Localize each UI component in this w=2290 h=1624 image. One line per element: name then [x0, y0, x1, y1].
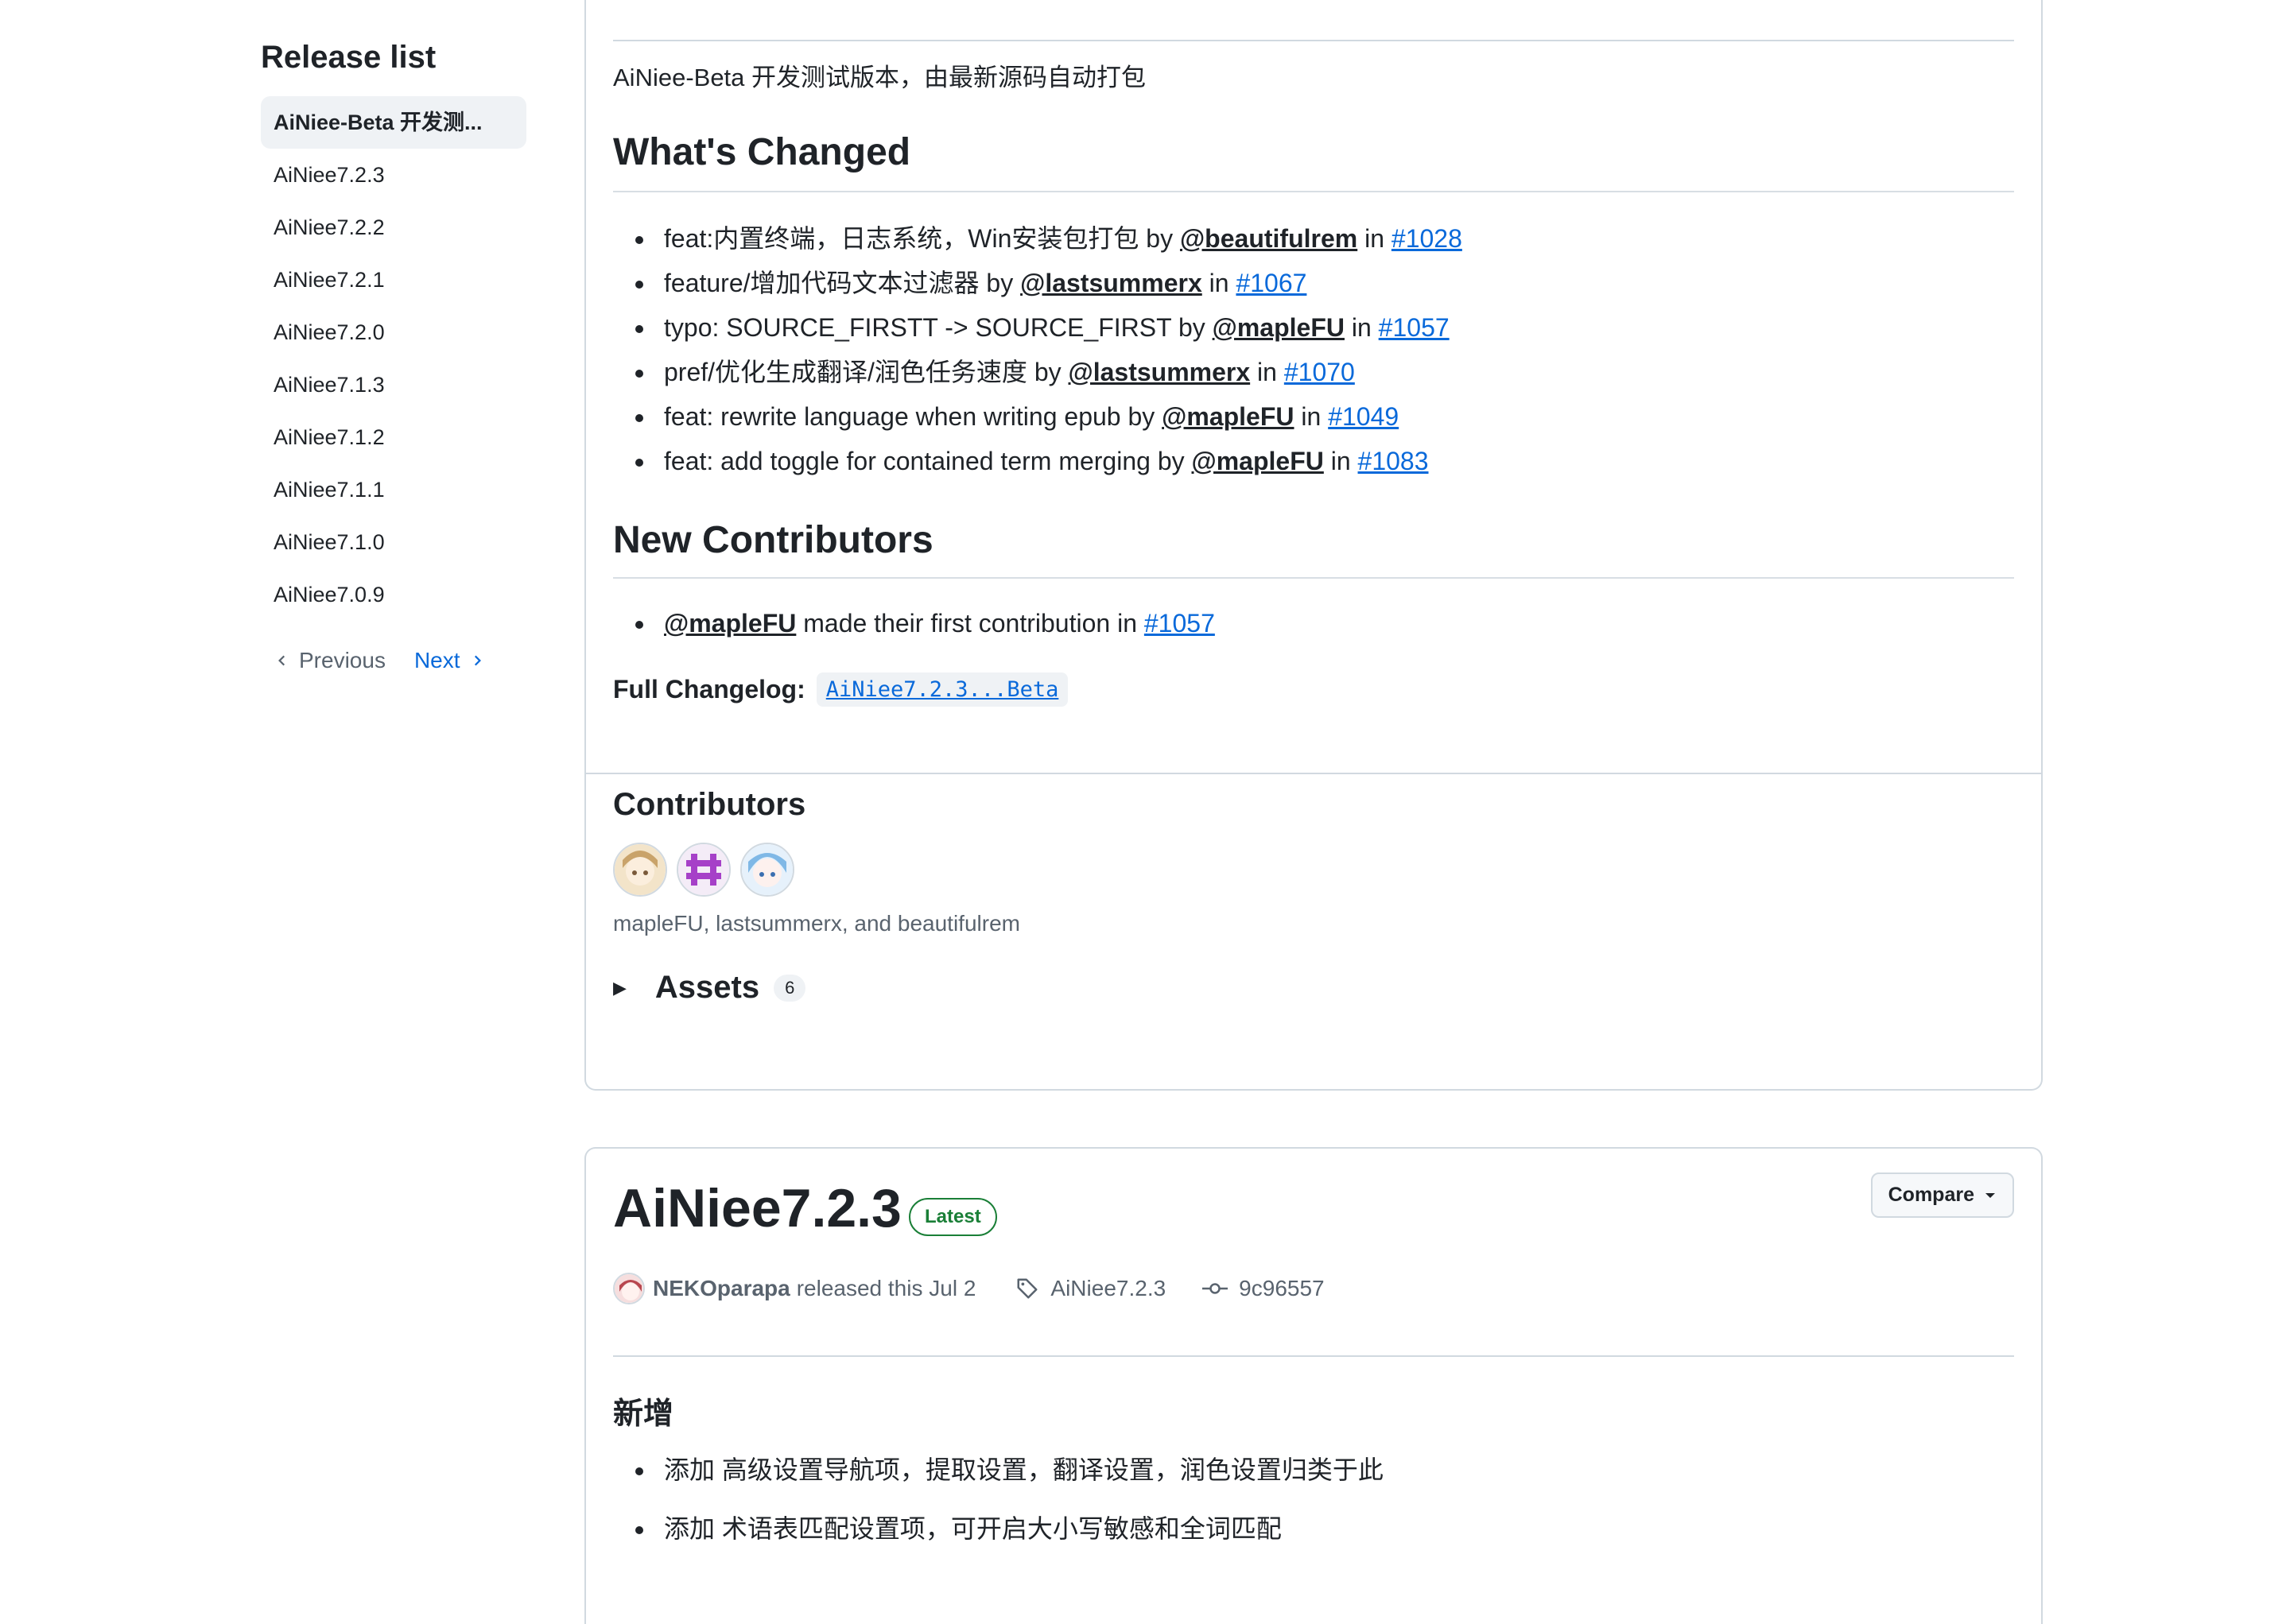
new-contributor-item: @mapleFU made their first contribution i… [613, 601, 1215, 645]
note-item: 添加 高级设置导航项，提取设置，翻译设置，润色设置归类于此 [613, 1448, 1384, 1506]
user-link[interactable]: @mapleFU [1162, 402, 1294, 431]
tag-link[interactable]: AiNiee7.2.3 [1015, 1276, 1166, 1301]
release-item-7-0-9[interactable]: AiNiee7.0.9 [248, 568, 526, 621]
release-item-7-1-1[interactable]: AiNiee7.1.1 [248, 463, 526, 516]
full-changelog-label: Full Changelog: [613, 675, 805, 703]
user-link[interactable]: @lastsummerx [1020, 269, 1202, 297]
triangle-down-icon [1985, 1192, 1995, 1198]
release-item-7-1-2[interactable]: AiNiee7.1.2 [248, 411, 526, 463]
change-item: feature/增加代码文本过滤器 by @lastsummerx in #10… [613, 261, 1462, 305]
pr-link[interactable]: #1067 [1236, 269, 1306, 297]
divider [613, 40, 2014, 41]
release-title[interactable]: AiNiee7.2.3 [613, 1177, 902, 1239]
release-item-7-2-0[interactable]: AiNiee7.2.0 [248, 306, 526, 359]
release-item-7-2-3[interactable]: AiNiee7.2.3 [248, 149, 526, 201]
chevron-left-icon [278, 655, 285, 666]
release-item-7-1-3[interactable]: AiNiee7.1.3 [248, 359, 526, 411]
latest-badge: Latest [909, 1198, 997, 1236]
release-card-7-2-3: AiNiee7.2.3 Latest Compare NEKOparapa re… [584, 1147, 2043, 1624]
commit-link[interactable]: 9c96557 [1202, 1276, 1325, 1301]
release-list-sidebar: Release list AiNiee-Beta 开发测... AiNiee7.… [248, 40, 526, 673]
assets-toggle[interactable]: ▶ Assets 6 [613, 970, 806, 1006]
new-contributors-list: @mapleFU made their first contribution i… [613, 601, 1215, 645]
divider [613, 191, 2014, 192]
release-meta: NEKOparapa released this Jul 2 AiNiee7.2… [613, 1273, 1325, 1304]
beta-release-card: AiNiee-Beta 开发测试版本，由最新源码自动打包 What's Chan… [584, 0, 2043, 1091]
pr-link[interactable]: #1049 [1328, 402, 1399, 431]
divider [613, 577, 2014, 579]
contributors-avatars [613, 843, 794, 897]
release-item-7-2-1[interactable]: AiNiee7.2.1 [248, 254, 526, 306]
previous-label: Previous [299, 648, 386, 672]
contributors-names: mapleFU, lastsummerx, and beautifulrem [613, 911, 1020, 936]
user-link[interactable]: @beautifulrem [1180, 224, 1357, 253]
pr-link[interactable]: #1083 [1358, 447, 1429, 475]
next-button[interactable]: Next [414, 648, 484, 673]
release-list-title: Release list [261, 40, 437, 75]
user-link[interactable]: @lastsummerx [1069, 358, 1251, 386]
tag-icon [1017, 1278, 1038, 1299]
avatar-lastsummerx[interactable] [677, 843, 731, 897]
full-changelog-link[interactable]: AiNiee7.2.3...Beta [816, 672, 1069, 707]
new-contributors-heading: New Contributors [613, 519, 933, 561]
divider [613, 1355, 2014, 1357]
release-description: AiNiee-Beta 开发测试版本，由最新源码自动打包 [613, 64, 1147, 91]
changes-list: feat:内置终端，日志系统，Win安装包打包 by @beautifulrem… [613, 216, 1462, 483]
compare-button[interactable]: Compare [1870, 1172, 2014, 1218]
commit-hash: 9c96557 [1239, 1276, 1325, 1300]
chevron-right-icon [474, 655, 481, 666]
pr-link[interactable]: #1070 [1284, 358, 1355, 386]
assets-count-badge: 6 [774, 974, 806, 1002]
user-link[interactable]: @mapleFU [1192, 447, 1324, 475]
note-item: 添加 术语表匹配设置项，可开启大小写敏感和全词匹配 [613, 1506, 1384, 1551]
change-item: feat:内置终端，日志系统，Win安装包打包 by @beautifulrem… [613, 216, 1462, 261]
pr-link[interactable]: #1057 [1379, 313, 1450, 342]
pagination: Previous Next [275, 648, 526, 673]
whats-changed-heading: What's Changed [613, 131, 911, 173]
release-item-7-2-2[interactable]: AiNiee7.2.2 [248, 201, 526, 254]
pr-link[interactable]: #1028 [1391, 224, 1462, 253]
author-link[interactable]: NEKOparapa [653, 1276, 790, 1301]
change-item: pref/优化生成翻译/润色任务速度 by @lastsummerx in #1… [613, 350, 1462, 394]
change-item: typo: SOURCE_FIRSTT -> SOURCE_FIRST by @… [613, 305, 1462, 350]
pr-link[interactable]: #1057 [1144, 609, 1215, 638]
user-link[interactable]: @mapleFU [1213, 313, 1345, 342]
section-heading: 新增 [613, 1397, 674, 1431]
divider [586, 773, 2041, 774]
author-avatar[interactable] [613, 1273, 645, 1304]
release-item-7-1-0[interactable]: AiNiee7.1.0 [248, 516, 526, 568]
caret-right-icon: ▶ [613, 977, 627, 998]
release-notes-list: 添加 高级设置导航项，提取设置，翻译设置，润色设置归类于此 添加 术语表匹配设置… [613, 1448, 1384, 1551]
previous-button[interactable]: Previous [275, 648, 386, 673]
next-label: Next [413, 648, 460, 672]
compare-label: Compare [1888, 1184, 1974, 1206]
git-commit-icon [1202, 1283, 1228, 1294]
avatar-beautifulrem[interactable] [740, 843, 794, 897]
user-link[interactable]: @mapleFU [664, 609, 796, 638]
release-item-beta[interactable]: AiNiee-Beta 开发测... [261, 96, 526, 149]
avatar-maplefu[interactable] [613, 843, 667, 897]
tag-label: AiNiee7.2.3 [1050, 1276, 1166, 1300]
change-item: feat: add toggle for contained term merg… [613, 439, 1462, 483]
assets-label: Assets [654, 970, 760, 1005]
released-text: released this Jul 2 [796, 1276, 976, 1300]
contributors-heading: Contributors [613, 787, 806, 822]
full-changelog: Full Changelog: AiNiee7.2.3...Beta [613, 672, 1069, 707]
change-item: feat: rewrite language when writing epub… [613, 394, 1462, 439]
